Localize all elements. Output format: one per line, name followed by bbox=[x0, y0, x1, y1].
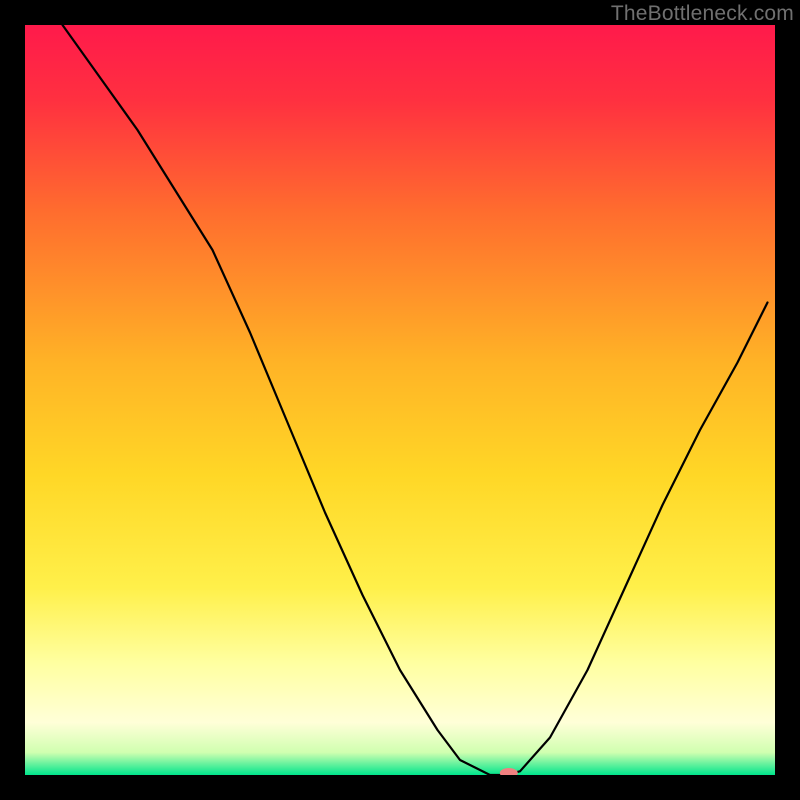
chart-svg bbox=[25, 25, 775, 775]
chart-background bbox=[25, 25, 775, 775]
chart-frame: TheBottleneck.com bbox=[0, 0, 800, 800]
watermark-text: TheBottleneck.com bbox=[611, 2, 794, 26]
plot-area bbox=[25, 25, 775, 775]
